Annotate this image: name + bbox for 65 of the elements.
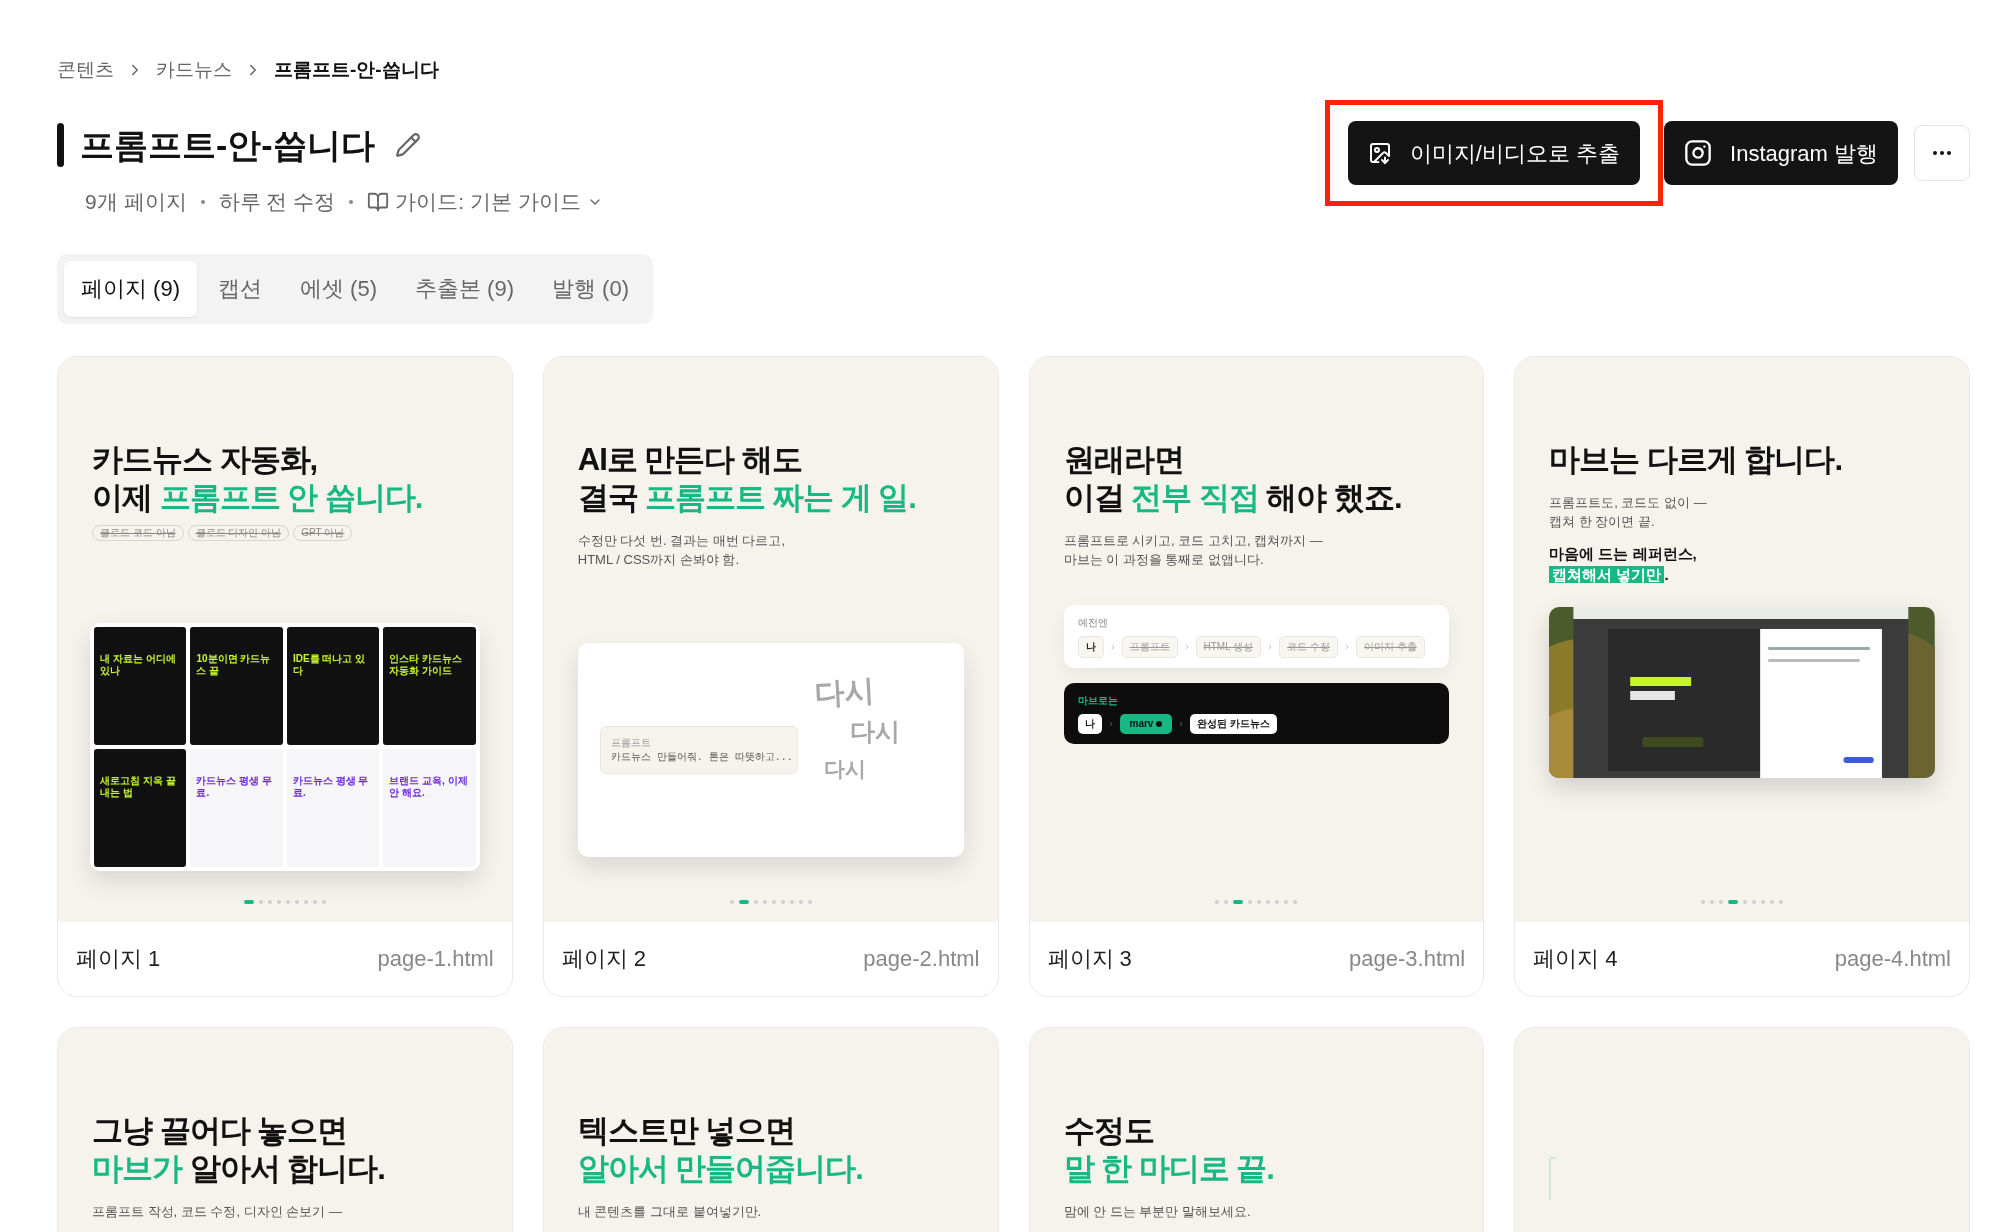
page-card[interactable]: 수정도 말 한 마디로 끝. 맘에 안 드는 부분만 말해보세요. [1028, 1026, 1485, 1232]
flow-step: 코드 수정 [1279, 635, 1338, 658]
slide-subtext: 프롬프트로 시키고, 코드 고치고, 캡쳐까지 — 마브는 이 과정을 통째로 없앱니다. [1063, 531, 1324, 569]
slide-heading: 텍스트만 넣으면 알아서 만들어줍니다. [577, 1111, 864, 1188]
slide-thumbnail: 카드뉴스 평생 무료. [190, 748, 283, 867]
page-card[interactable]: AI로 만든다 해도 결국 프롬프트 짜는 게 일. 수정만 다섯 번. 결과는 매번 다르고, HTML / CSS까지 손봐야 함. 프롬프트 카드뉴스 만들어줘. 톤은 따뜻하고... 다시 다시 다시 페이지 2 page-2.html [542, 355, 999, 997]
slide-heading: 그냥 끌어다 놓으면 마브가 알아서 합니다. [92, 1111, 386, 1188]
flow-label: 마브로는 [1077, 693, 1119, 708]
slide-emphasis: 마음에 드는 레퍼런스, 캡쳐해서 넣기만 . [1549, 543, 1698, 585]
page-name: 페이지 4 [1533, 945, 1618, 973]
flow-step: 프롬프트 [1121, 635, 1178, 658]
tab[interactable]: 추출본 (9) [398, 260, 531, 317]
file-name: page-4.html [1834, 945, 1951, 973]
page-name: 페이지 1 [76, 945, 161, 973]
file-name: page-3.html [1349, 945, 1466, 973]
slide-subtext: 내 콘텐츠를 그대로 붙여넣기만. [577, 1202, 763, 1221]
flow-step: marv [1119, 713, 1173, 734]
slide-thumbnail: 내 자료는 어디에 있나 [94, 626, 187, 745]
flow-step: HTML 생성 [1195, 635, 1262, 658]
flow-step: 나 [1077, 635, 1104, 658]
slide-thumbnail: 새로고침 지옥 끝내는 법 [94, 748, 187, 867]
breadcrumb-link[interactable]: 카드뉴스 [156, 55, 232, 85]
page-card[interactable]: 그냥 끌어다 놓으면 마브가 알아서 합니다. 프롬프트 작성, 코드 수정, 디자인 손보기 — [57, 1026, 513, 1232]
page-card[interactable]: 카드뉴스 자동화, 이제 프롬프트 안 씁니다. 클로드 코드 아님 클로드 디자인 아님 GPT 아님 내 자료는 어디에 있나 10분이면 카드뉴스 끝 IDE를 떠나고 있다 인스타 카드뉴스 자동화 가이드 새로고침 지옥 끝내는 법 카드뉴스 평생 무료. 카드뉴스 평생 무료. 브랜드 교육, 이제 안 해요. 페이지 1 page-1.html [57, 355, 513, 997]
publish-button[interactable]: Instagram 발행 [1664, 121, 1898, 185]
file-name: page-1.html [377, 945, 494, 973]
updated-time: 하루 전 수정 [218, 189, 336, 215]
tab[interactable]: 캡션 [201, 260, 279, 317]
page-name: 페이지 2 [561, 945, 647, 973]
export-button[interactable]: 이미지/비디오로 추출 [1347, 121, 1641, 185]
flow-step: 완성된 카드뉴스 [1190, 713, 1278, 734]
breadcrumb-link[interactable]: 콘텐츠 [57, 55, 114, 85]
retry-text: 다시 [849, 715, 900, 747]
slide-thumbnail: 10분이면 카드뉴스 끝 [190, 626, 283, 745]
guide-dropdown[interactable]: 가이드: 기본 가이드 [367, 186, 603, 218]
tab[interactable]: 에셋 (5) [283, 260, 394, 317]
slide-subtext: 프롬프트도, 코드도 없이 — 캡쳐 한 장이면 끝. [1549, 493, 1708, 531]
page-card[interactable]: 원래라면 이걸 전부 직접 해야 했죠. 프롬프트로 시키고, 코드 고치고, 캡쳐까지 — 마브는 이 과정을 통째로 없앱니다. 예전엔 나 프롬프트 HTML 생성 코드 수정 이미지 추출 마브로는 나 marv 완성된 카드뉴스 페이지 3 page-3.html [1028, 355, 1485, 997]
file-name: page-2.html [863, 945, 980, 973]
slide-thumbnail: IDE를 떠나고 있다 [286, 626, 380, 745]
slide-heading: 원래라면 이걸 전부 직접 해야 했죠. [1063, 440, 1403, 517]
flow-label: 예전엔 [1077, 615, 1109, 630]
page-card[interactable]: 텍스트만 넣으면 알아서 만들어줍니다. 내 콘텐츠를 그대로 붙여넣기만. [542, 1026, 999, 1232]
slide-heading: 마브는 다르게 합니다. [1549, 440, 1844, 479]
page-count: 9개 페이지 [85, 189, 187, 215]
slide-thumbnail: 브랜드 교육, 이제 안 해요. [383, 748, 476, 867]
slide-subtext: 수정만 다섯 번. 결과는 매번 다르고, HTML / CSS까지 손봐야 함. [577, 531, 787, 569]
slide-heading: AI로 만든다 해도 결국 프롬프트 짜는 게 일. [577, 440, 917, 517]
tab[interactable]: 페이지 (9) [64, 260, 197, 317]
slide-thumbnail: 인스타 카드뉴스 자동화 가이드 [383, 626, 476, 745]
retry-text: 다시 [812, 671, 875, 712]
slide-thumbnail: 카드뉴스 평생 무료. [286, 748, 380, 867]
slide-subtext: 프롬프트 작성, 코드 수정, 디자인 손보기 — [92, 1202, 343, 1221]
flow-step: 이미지 추출 [1355, 635, 1425, 658]
page-title: 프롬프트-안-씁니다 [80, 124, 375, 166]
tab[interactable]: 발행 (0) [535, 260, 646, 317]
prompt-label: 프롬프트 [610, 735, 652, 750]
retry-text: 다시 [823, 755, 866, 782]
slide-subtext: 맘에 안 드는 부분만 말해보세요. [1063, 1202, 1252, 1221]
slide-heading: 카드뉴스 자동화, 이제 프롬프트 안 씁니다. [92, 440, 424, 517]
page-card[interactable]: 마브는 다르게 합니다. 프롬프트도, 코드도 없이 — 캡쳐 한 장이면 끝. 마음에 드는 레퍼런스, 캡쳐해서 넣기만 . 페이지 4 page-4.html [1514, 355, 1970, 997]
flow-step: 나 [1077, 713, 1102, 734]
slide-heading: 수정도 말 한 마디로 끝. [1063, 1111, 1275, 1188]
breadcrumb-link[interactable]: 프롬프트-안-씁니다 [274, 55, 439, 85]
page-name: 페이지 3 [1047, 945, 1132, 973]
